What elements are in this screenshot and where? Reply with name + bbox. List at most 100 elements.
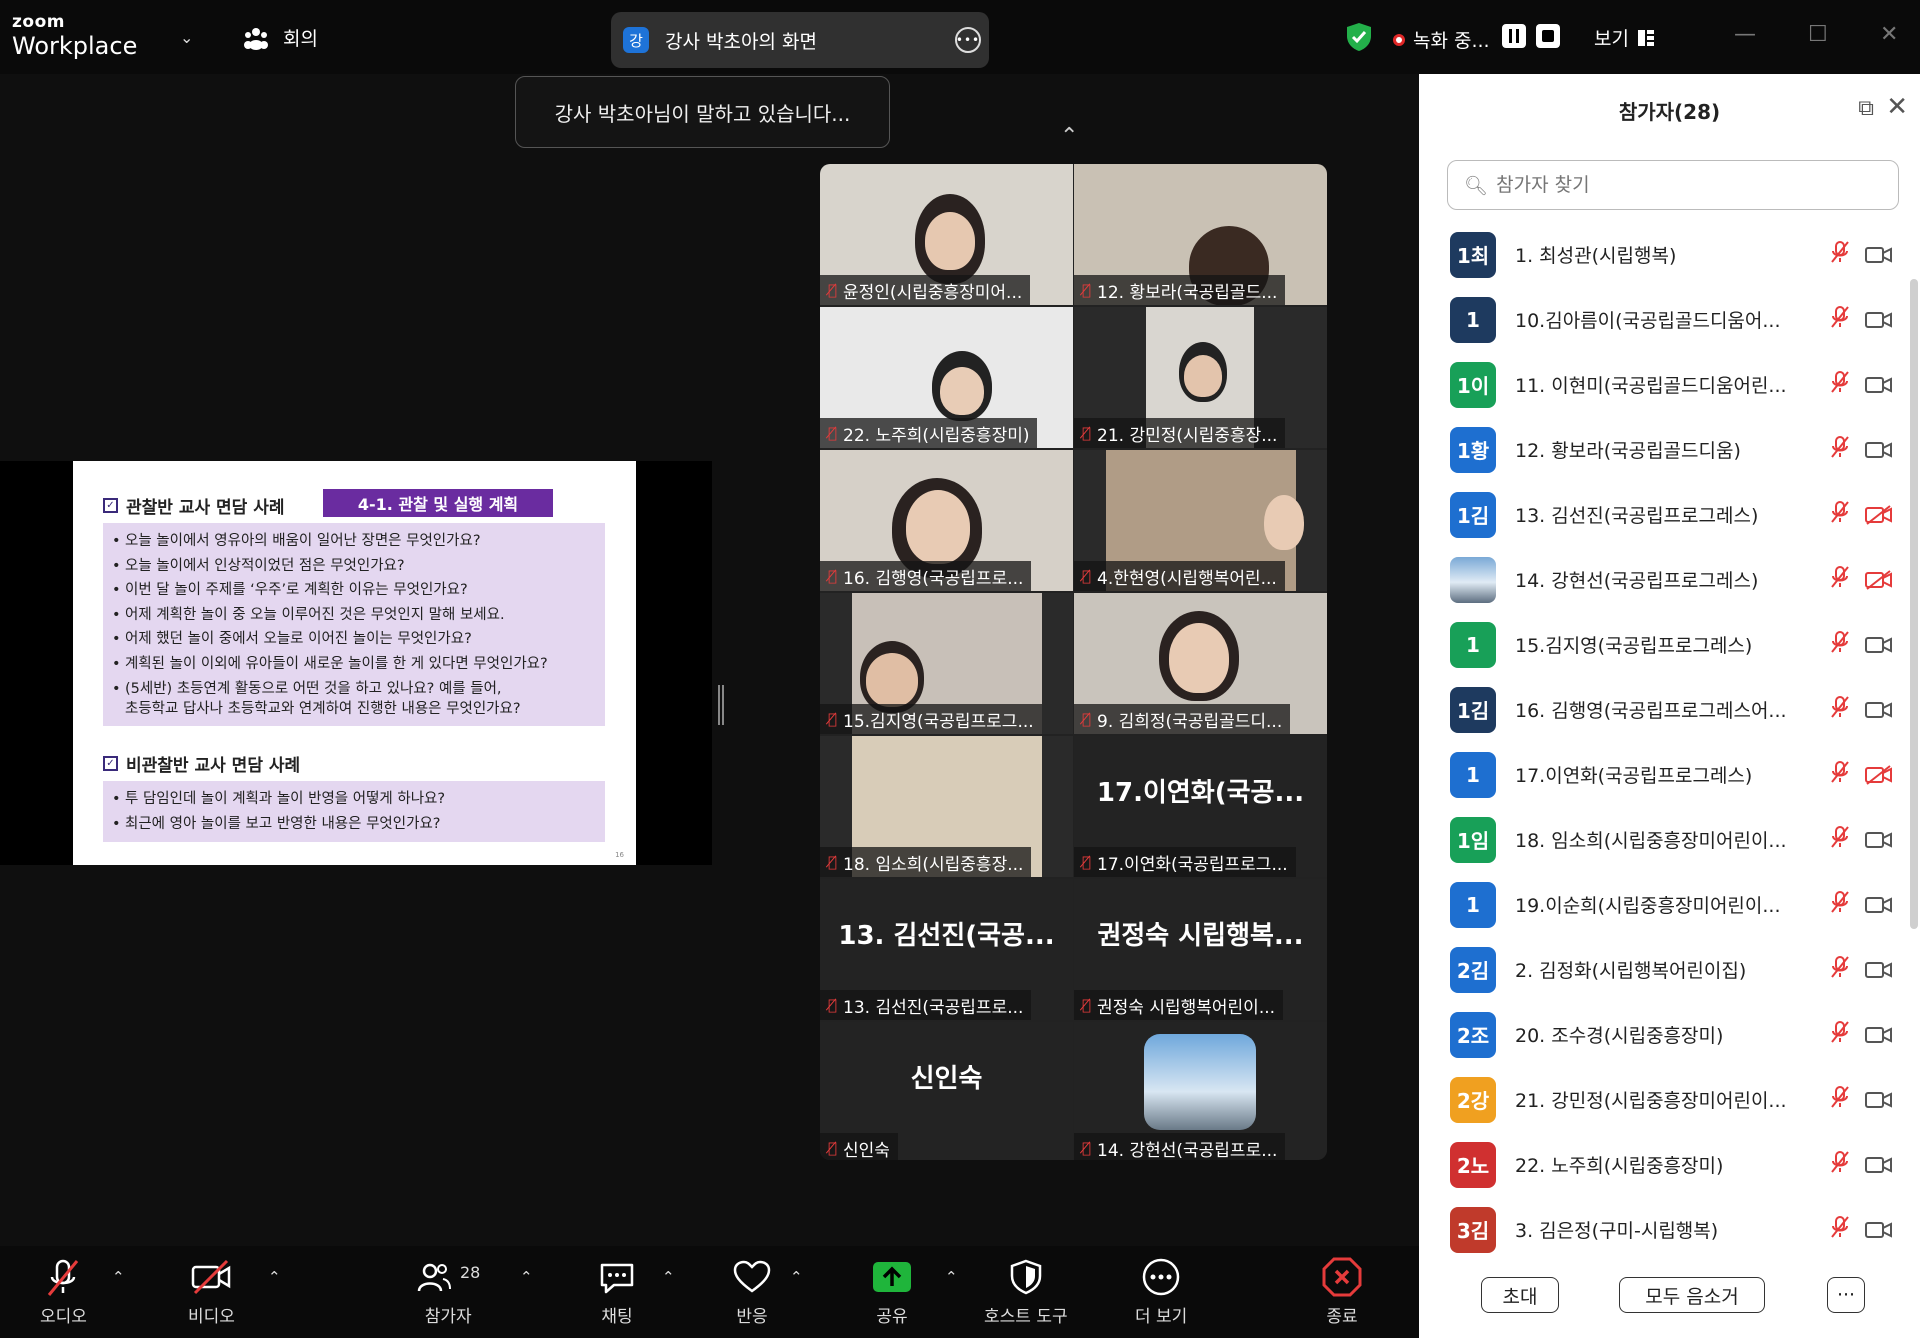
video-tile[interactable]: 🎙̸ 4.한현영(시립행복어린... <box>1074 450 1327 591</box>
participant-row[interactable]: 3김 3. 김은정(구미-시립행복) <box>1419 1197 1905 1262</box>
mic-muted-icon[interactable] <box>1829 955 1851 984</box>
video-tile[interactable]: 권정숙 시립행복... 🎙̸ 권정숙 시립행복어린이... <box>1074 879 1327 1020</box>
video-tile[interactable]: 🎙̸ 14. 강현선(국공립프로... <box>1074 1022 1327 1160</box>
mic-muted-icon[interactable] <box>1829 305 1851 334</box>
video-icon[interactable] <box>1864 700 1894 720</box>
popout-icon[interactable]: ⧉ <box>1858 96 1874 121</box>
video-icon[interactable] <box>1864 375 1894 395</box>
participant-row[interactable]: 1김 13. 김선진(국공립프로그레스) <box>1419 482 1905 547</box>
video-tile[interactable]: 🎙̸ 9. 김희정(국공립골드디... <box>1074 593 1327 734</box>
video-icon[interactable] <box>1864 960 1894 980</box>
view-button[interactable]: 보기 <box>1594 24 1655 51</box>
scrollbar[interactable] <box>1910 279 1918 929</box>
mic-muted-icon[interactable] <box>1829 890 1851 919</box>
pause-recording-button[interactable] <box>1502 24 1526 48</box>
video-tile[interactable]: 🎙̸ 22. 노주희(시립중흥장미) <box>820 307 1073 448</box>
video-icon[interactable] <box>1864 440 1894 460</box>
participant-row[interactable]: 2조 20. 조수경(시립중흥장미) <box>1419 1002 1905 1067</box>
close-window-icon[interactable]: ✕ <box>1880 22 1898 47</box>
chat-button[interactable]: 채팅 <box>598 1256 636 1327</box>
participant-row[interactable]: 1 17.이연화(국공립프로그레스) <box>1419 742 1905 807</box>
participant-row[interactable]: 2노 22. 노주희(시립중흥장미) <box>1419 1132 1905 1197</box>
mic-muted-icon[interactable] <box>1829 240 1851 269</box>
video-icon[interactable] <box>1864 1220 1894 1240</box>
participant-row[interactable]: 1이 11. 이현미(국공립골드디움어린... <box>1419 352 1905 417</box>
video-tile[interactable]: 🎙̸ 15.김지영(국공립프로그... <box>820 593 1073 734</box>
share-options-caret-icon[interactable]: ⌃ <box>945 1268 958 1286</box>
video-options-caret-icon[interactable]: ⌃ <box>268 1268 281 1286</box>
close-panel-icon[interactable]: ✕ <box>1886 92 1908 122</box>
video-off-icon[interactable] <box>1864 764 1894 785</box>
host-tools-button[interactable]: 호스트 도구 <box>984 1256 1068 1327</box>
participant-row[interactable]: 1임 18. 임소희(시립중흥장미어린이... <box>1419 807 1905 872</box>
participant-row[interactable]: 1김 16. 김행영(국공립프로그레스어... <box>1419 677 1905 742</box>
video-tile[interactable]: 신인숙 🎙̸ 신인숙 <box>820 1022 1073 1160</box>
audio-button[interactable]: 오디오 <box>40 1256 87 1327</box>
minimize-icon[interactable]: — <box>1734 22 1756 47</box>
video-tile[interactable]: 🎙̸ 18. 임소희(시립중흥장... <box>820 736 1073 877</box>
video-icon[interactable] <box>1864 1025 1894 1045</box>
meeting-menu[interactable]: 회의 <box>243 24 318 51</box>
resize-handle[interactable] <box>718 685 724 725</box>
participant-row[interactable]: 1 10.김아름이(국공립골드디움어... <box>1419 287 1905 352</box>
chevron-down-icon[interactable]: ⌄ <box>180 28 193 47</box>
mic-muted-icon[interactable] <box>1829 500 1851 529</box>
mic-muted-icon[interactable] <box>1829 825 1851 854</box>
participant-row[interactable]: 1 19.이순희(시립중흥장미어린이... <box>1419 872 1905 937</box>
video-icon[interactable] <box>1864 1155 1894 1175</box>
more-options-button[interactable]: ··· <box>1827 1277 1865 1313</box>
video-tile[interactable]: 13. 김선진(국공... 🎙̸ 13. 김선진(국공립프로... <box>820 879 1073 1020</box>
participants-options-caret-icon[interactable]: ⌃ <box>520 1268 533 1286</box>
mic-muted-icon[interactable] <box>1829 695 1851 724</box>
maximize-icon[interactable]: ☐ <box>1808 22 1828 47</box>
mic-muted-icon[interactable] <box>1829 1085 1851 1114</box>
mic-muted-icon[interactable] <box>1829 760 1851 789</box>
mic-muted-icon[interactable] <box>1829 370 1851 399</box>
video-icon[interactable] <box>1864 635 1894 655</box>
video-tile[interactable]: 🎙̸ 윤정인(시립중흥장미어... <box>820 164 1073 305</box>
sharer-badge: 강 <box>623 27 649 53</box>
mic-muted-icon[interactable] <box>1829 1020 1851 1049</box>
collapse-gallery-icon[interactable]: ⌃ <box>1060 124 1078 149</box>
video-icon[interactable] <box>1864 895 1894 915</box>
video-tile[interactable]: 🎙̸ 16. 김행영(국공립프로... <box>820 450 1073 591</box>
participants-button[interactable]: 28 참가자 <box>416 1256 480 1327</box>
mic-muted-icon[interactable] <box>1829 1215 1851 1244</box>
react-button[interactable]: 반응 <box>732 1256 772 1327</box>
recording-status[interactable]: 녹화 중... <box>1393 26 1490 53</box>
participant-row[interactable]: 2김 2. 김정화(시립행복어린이집) <box>1419 937 1905 1002</box>
share-button[interactable]: 공유 <box>872 1256 912 1327</box>
end-meeting-button[interactable]: 종료 <box>1322 1256 1362 1327</box>
video-button[interactable]: 비디오 <box>188 1256 235 1327</box>
video-icon[interactable] <box>1864 245 1894 265</box>
participant-row[interactable]: 14. 강현선(국공립프로그레스) <box>1419 547 1905 612</box>
mic-muted-icon[interactable] <box>1829 565 1851 594</box>
video-off-icon[interactable] <box>1864 504 1894 525</box>
video-tile[interactable]: 🎙̸ 12. 황보라(국공립골드... <box>1074 164 1327 305</box>
screen-share-pill[interactable]: 강 강사 박초아의 화면 ••• <box>611 12 989 68</box>
video-tile[interactable]: 17.이연화(국공... 🎙̸ 17.이연화(국공립프로그... <box>1074 736 1327 877</box>
audio-options-caret-icon[interactable]: ⌃ <box>112 1268 125 1286</box>
video-tile[interactable]: 🎙̸ 21. 강민정(시립중흥장... <box>1074 307 1327 448</box>
mic-muted-icon[interactable] <box>1829 435 1851 464</box>
tile-display-name: 13. 김선진(국공... <box>838 921 1055 951</box>
participant-row[interactable]: 1 15.김지영(국공립프로그레스) <box>1419 612 1905 677</box>
more-button[interactable]: 더 보기 <box>1135 1256 1187 1327</box>
chat-options-caret-icon[interactable]: ⌃ <box>662 1268 675 1286</box>
video-icon[interactable] <box>1864 830 1894 850</box>
participant-row[interactable]: 1황 12. 황보라(국공립골드디움) <box>1419 417 1905 482</box>
participant-row[interactable]: 2강 21. 강민정(시립중흥장미어린이... <box>1419 1067 1905 1132</box>
encryption-shield-icon[interactable] <box>1346 22 1372 52</box>
stop-recording-button[interactable] <box>1536 24 1560 48</box>
mic-muted-icon[interactable] <box>1829 630 1851 659</box>
react-options-caret-icon[interactable]: ⌃ <box>790 1268 803 1286</box>
invite-button[interactable]: 초대 <box>1481 1277 1559 1313</box>
mic-muted-icon[interactable] <box>1829 1150 1851 1179</box>
more-options-icon[interactable]: ••• <box>955 27 981 53</box>
participant-row[interactable]: 1최 1. 최성관(시립행복) <box>1419 222 1905 287</box>
video-icon[interactable] <box>1864 310 1894 330</box>
mute-all-button[interactable]: 모두 음소거 <box>1619 1277 1765 1313</box>
video-icon[interactable] <box>1864 1090 1894 1110</box>
video-off-icon[interactable] <box>1864 569 1894 590</box>
search-input[interactable] <box>1496 174 1897 196</box>
